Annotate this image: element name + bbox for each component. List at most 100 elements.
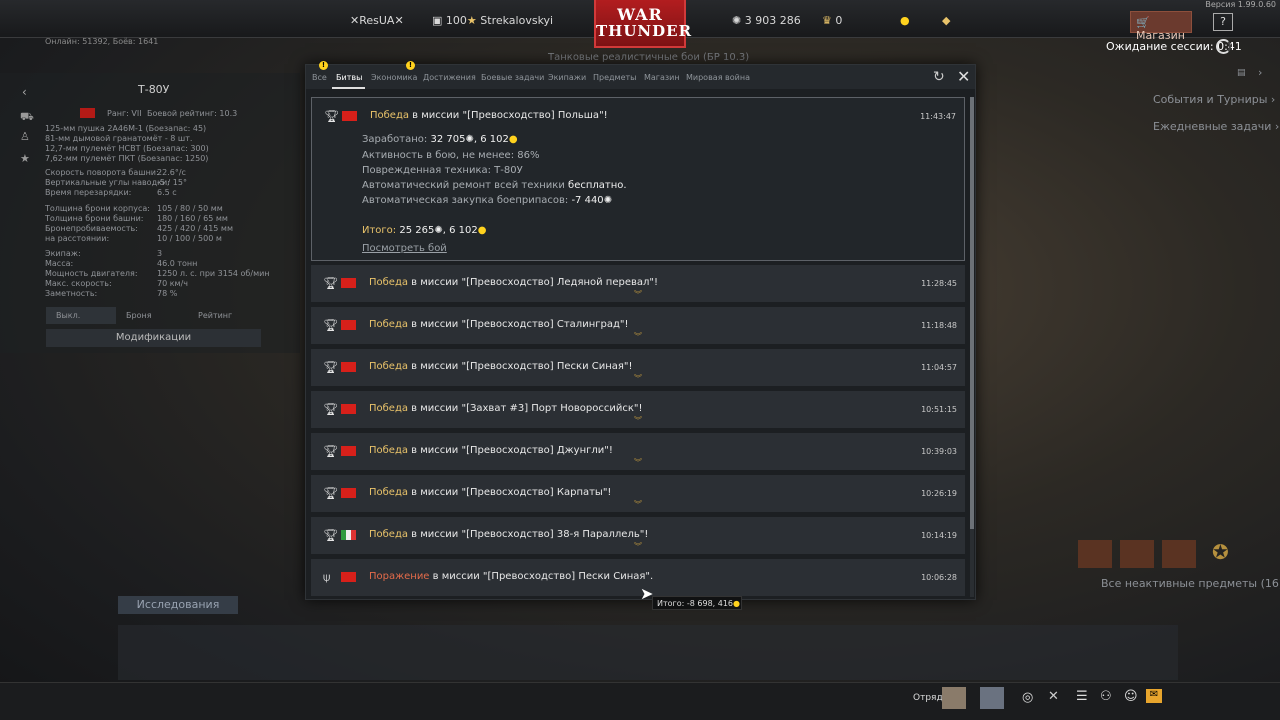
crew-icon[interactable]: ♙ (20, 130, 30, 143)
tank-icon[interactable]: ⛟ (20, 110, 34, 125)
close-icon[interactable]: ✕ (957, 67, 970, 86)
expand-chevron-icon[interactable]: ︾ (634, 289, 642, 300)
scrollbar-thumb[interactable] (970, 97, 974, 529)
battle-time: 10:14:19 (921, 531, 957, 540)
battle-result: Победа (369, 277, 408, 288)
battle-result: Победа (369, 487, 408, 498)
battle-entry[interactable]: 🏆︎ Победа в миссии "[Захват #3] Порт Ново… (311, 391, 965, 428)
inactive-items-link[interactable]: Все неактивные предметы (16) › (1101, 577, 1280, 590)
tab-battles[interactable]: Битвы (336, 73, 362, 82)
mode-button-armor[interactable]: Броня (126, 311, 152, 320)
tank-name: Т-80У (138, 83, 170, 96)
stat-label: Вертикальные углы наводки: (45, 178, 170, 187)
close-icon[interactable]: ✕ (1048, 689, 1059, 704)
player-level: 100 (445, 14, 467, 27)
refresh-icon[interactable]: ↻ (933, 69, 945, 85)
favorite-icon[interactable]: ★ (20, 152, 30, 165)
chevron-left-icon[interactable]: ‹ (22, 85, 27, 99)
premium-icon[interactable]: ◆ (942, 14, 950, 27)
tab-economy[interactable]: Экономика (371, 73, 417, 82)
stat-label: Толщина брони башни: (45, 214, 144, 223)
activity-value: 86% (517, 150, 540, 161)
star-icon: ★ (466, 14, 477, 27)
vehicle-slots[interactable] (118, 625, 1178, 680)
stat-value: 70 км/ч (157, 279, 189, 288)
bottom-bar: Отряд: ◎ ✕ ☰ ⚇ ☺ ✉ (0, 682, 1280, 720)
battle-result: Победа (369, 361, 408, 372)
tab-all[interactable]: Все (312, 73, 327, 82)
tab-achievements[interactable]: Достижения (423, 73, 476, 82)
expand-chevron-icon[interactable]: ︾ (634, 457, 642, 468)
list-icon[interactable]: ▤ (1237, 68, 1246, 78)
battle-entry[interactable]: 🏆︎ Победа в миссии "[Превосходство] Ледян… (311, 265, 965, 302)
item-slot-2[interactable] (1120, 540, 1154, 568)
list-icon[interactable]: ☰ (1076, 689, 1088, 704)
shop-button[interactable]: 🛒Магазин (1130, 11, 1192, 42)
help-button[interactable]: ? (1213, 13, 1233, 31)
mode-button-off[interactable]: Выкл. (46, 307, 116, 324)
mouse-cursor-icon: ➤ (640, 584, 654, 603)
expand-chevron-icon[interactable]: ︾ (634, 331, 642, 342)
tab-items[interactable]: Предметы (593, 73, 636, 82)
expand-chevron-icon[interactable]: ︾ (634, 541, 642, 552)
battle-entry[interactable]: 🏆︎ Победа в миссии "[Превосходство] Пески… (311, 349, 965, 386)
friends-icon[interactable]: ⚇ (1100, 689, 1112, 704)
battle-entry[interactable]: 🏆︎ Победа в миссии "[Превосходство] 38-я … (311, 517, 965, 554)
battle-entry[interactable]: ⍦ Поражение в миссии "[Превосходство] Пес… (311, 559, 965, 596)
active-tab-underline (332, 87, 365, 89)
alert-badge-icon: ! (406, 61, 415, 70)
battle-title: Победа в миссии "[Захват #3] Порт Новоро… (369, 403, 643, 414)
battle-entry[interactable]: 🏆︎ Победа в миссии "[Превосходство] Джунг… (311, 433, 965, 470)
battle-result: Победа (369, 529, 408, 540)
expand-chevron-icon[interactable]: ︾ (634, 373, 642, 384)
view-battle-link[interactable]: Посмотреть бой (362, 243, 447, 254)
chat-icon[interactable]: ☺ (1124, 689, 1138, 704)
silver-balance[interactable]: ✺ 3 903 286 (732, 14, 801, 27)
online-count: Онлайн: 51392, Боёв: 1641 (45, 37, 159, 46)
version-label: Версия 1.99.0.60 (1205, 0, 1276, 9)
battle-mission: в миссии "[Превосходство] Карпаты"! (408, 487, 612, 498)
game-mode-title[interactable]: Танковые реалистичные бои (БР 10.3) (548, 52, 749, 63)
mode-armor-label: Броня (126, 311, 152, 320)
eagles-balance[interactable]: ♛ 0 (822, 14, 842, 27)
stat-value: 78 % (157, 289, 178, 298)
expand-chevron-icon[interactable]: ︾ (634, 415, 642, 426)
weapon-item: 7,62-мм пулемёт ПКТ (Боезапас: 1250) (45, 154, 209, 163)
battle-entry[interactable]: 🏆︎ Победа в миссии "[Превосходство] Карпа… (311, 475, 965, 512)
mode-button-rating[interactable]: Рейтинг (198, 311, 232, 320)
stat-label: Толщина брони корпуса: (45, 204, 150, 213)
player-info[interactable]: ▣ 100★ Strekalovskyi (432, 14, 553, 27)
war-thunder-logo: WAR THUNDER (594, 0, 691, 48)
repair-value: бесплатно. (568, 180, 627, 191)
tab-battle-tasks[interactable]: Боевые задачи (481, 73, 544, 82)
research-points-icon[interactable]: ● (900, 14, 910, 27)
voice-icon[interactable]: ◎ (1022, 690, 1033, 705)
item-slot-3[interactable] (1162, 540, 1196, 568)
earned-rp: , 6 102 (473, 134, 509, 145)
battle-mission: в миссии "[Превосходство] Пески Синая". (429, 571, 654, 582)
mail-icon[interactable]: ✉ (1146, 689, 1162, 703)
collapse-icon[interactable]: › (1258, 66, 1262, 79)
events-label: События и Турниры (1153, 93, 1268, 106)
repair-line: Автоматический ремонт всей техники беспл… (362, 180, 627, 191)
daily-tasks-link[interactable]: Ежедневные задачи › (1153, 120, 1279, 133)
battle-title: Победа в миссии "[Превосходство] Карпаты… (369, 487, 611, 498)
tab-shop[interactable]: Магазин (644, 73, 680, 82)
tab-world-war[interactable]: Мировая война (686, 73, 750, 82)
medal-icon[interactable]: ✪ (1212, 540, 1229, 564)
battle-entry[interactable]: 🏆︎ Победа в миссии "[Превосходство] Стали… (311, 307, 965, 344)
ussr-flag-icon (341, 278, 356, 288)
expand-chevron-icon[interactable]: ︾ (634, 499, 642, 510)
battle-title: Победа в миссии "[Превосходство] Пески С… (369, 361, 633, 372)
events-link[interactable]: События и Турниры › (1153, 93, 1275, 106)
modifications-button[interactable]: Модификации (46, 329, 261, 347)
tab-crews[interactable]: Экипажи (548, 73, 586, 82)
research-tab[interactable]: Исследования (118, 596, 238, 614)
clan-tag[interactable]: ✕ResUA✕ (350, 14, 404, 27)
avatar-self[interactable] (980, 687, 1004, 709)
stat-label: Заметность: (45, 289, 98, 298)
item-slot-1[interactable] (1078, 540, 1112, 568)
avatar[interactable] (942, 687, 966, 709)
battle-entry-expanded[interactable]: 🏆︎ Победа в миссии "[Превосходство] Поль… (311, 97, 965, 261)
research-points-icon: ● (733, 599, 741, 608)
